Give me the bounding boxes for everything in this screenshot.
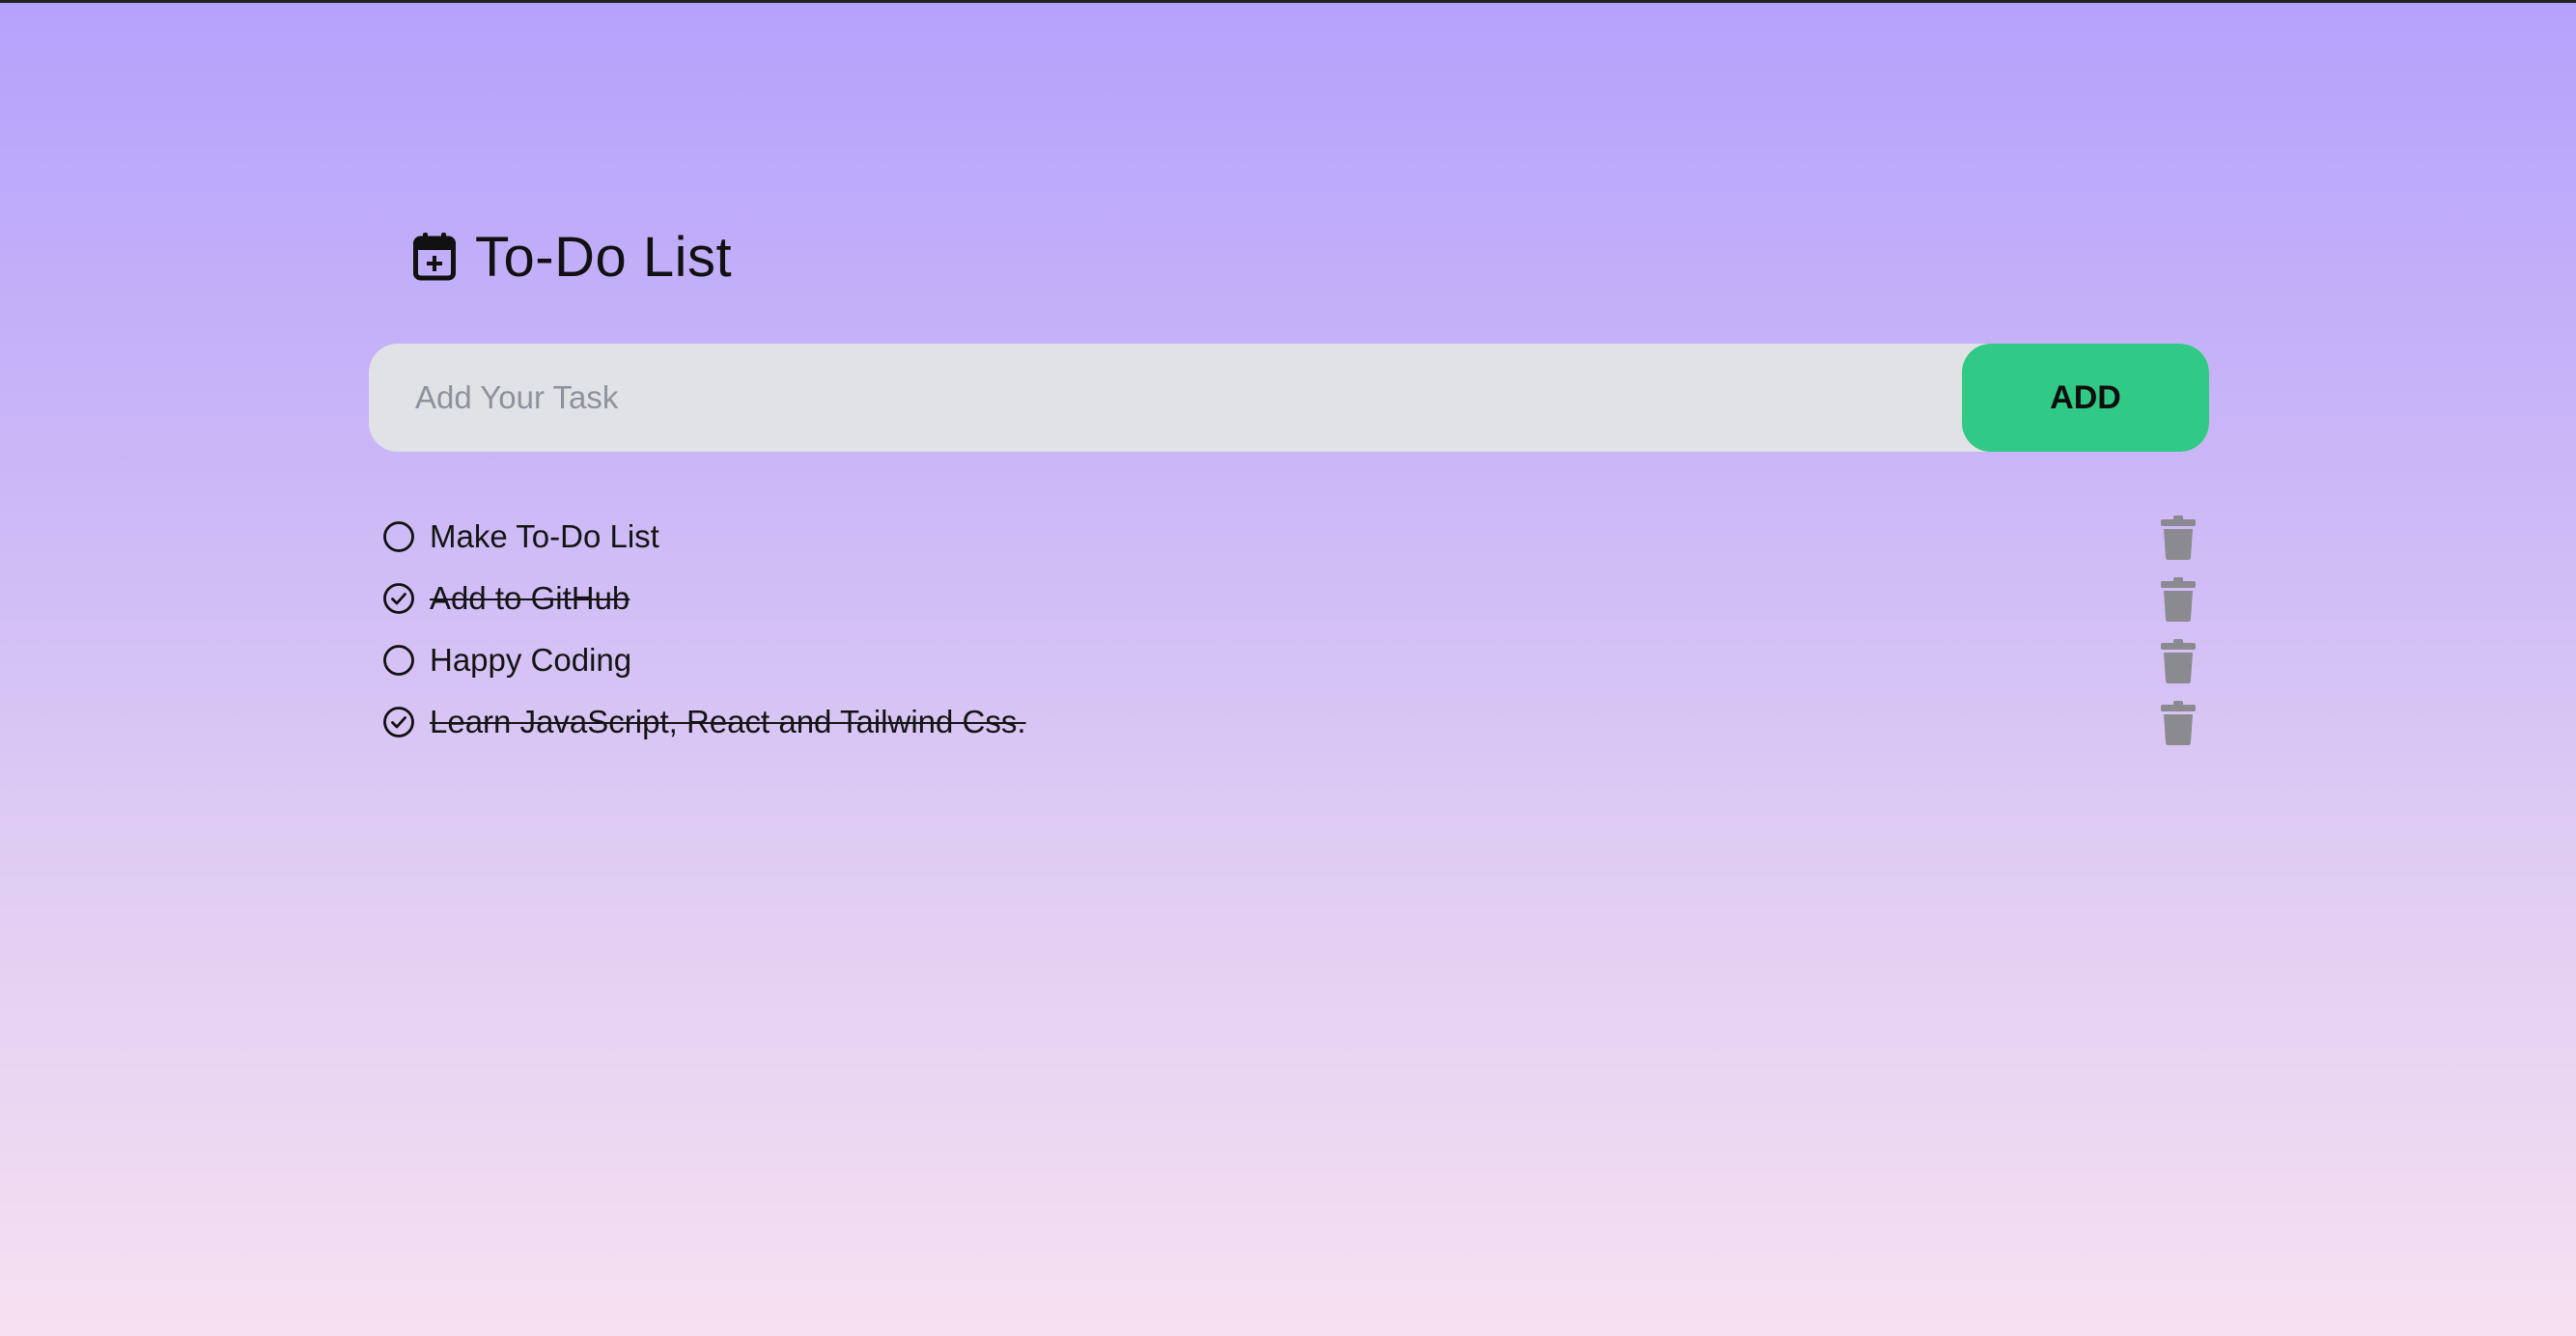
- todo-item[interactable]: Make To-Do List: [369, 506, 2209, 568]
- todo-text: Happy Coding: [430, 642, 632, 678]
- task-input-row: ADD: [369, 344, 2209, 452]
- task-input[interactable]: [369, 344, 1962, 452]
- todo-text: Make To-Do List: [430, 518, 659, 554]
- check-circle-icon[interactable]: [382, 582, 415, 615]
- calendar-plus-icon: [413, 233, 456, 281]
- todo-app: To-Do List ADD Make To-Do List Add to Gi…: [369, 220, 2209, 753]
- check-circle-icon[interactable]: [382, 706, 415, 738]
- circle-icon[interactable]: [382, 644, 415, 677]
- todo-item[interactable]: Learn JavaScript, React and Tailwind Css…: [369, 691, 2209, 753]
- page-title: To-Do List: [475, 225, 733, 289]
- todo-item[interactable]: Happy Coding: [369, 629, 2209, 691]
- trash-icon[interactable]: [2159, 701, 2198, 745]
- header: To-Do List: [413, 220, 2209, 293]
- trash-icon[interactable]: [2159, 577, 2198, 622]
- todo-item[interactable]: Add to GitHub: [369, 568, 2209, 629]
- todo-text: Learn JavaScript, React and Tailwind Css…: [430, 704, 1026, 739]
- trash-icon[interactable]: [2159, 515, 2198, 560]
- circle-icon[interactable]: [382, 520, 415, 553]
- add-button[interactable]: ADD: [1962, 344, 2209, 452]
- todo-text: Add to GitHub: [430, 580, 630, 616]
- trash-icon[interactable]: [2159, 639, 2198, 683]
- todo-list: Make To-Do List Add to GitHub Happy Codi…: [369, 506, 2209, 753]
